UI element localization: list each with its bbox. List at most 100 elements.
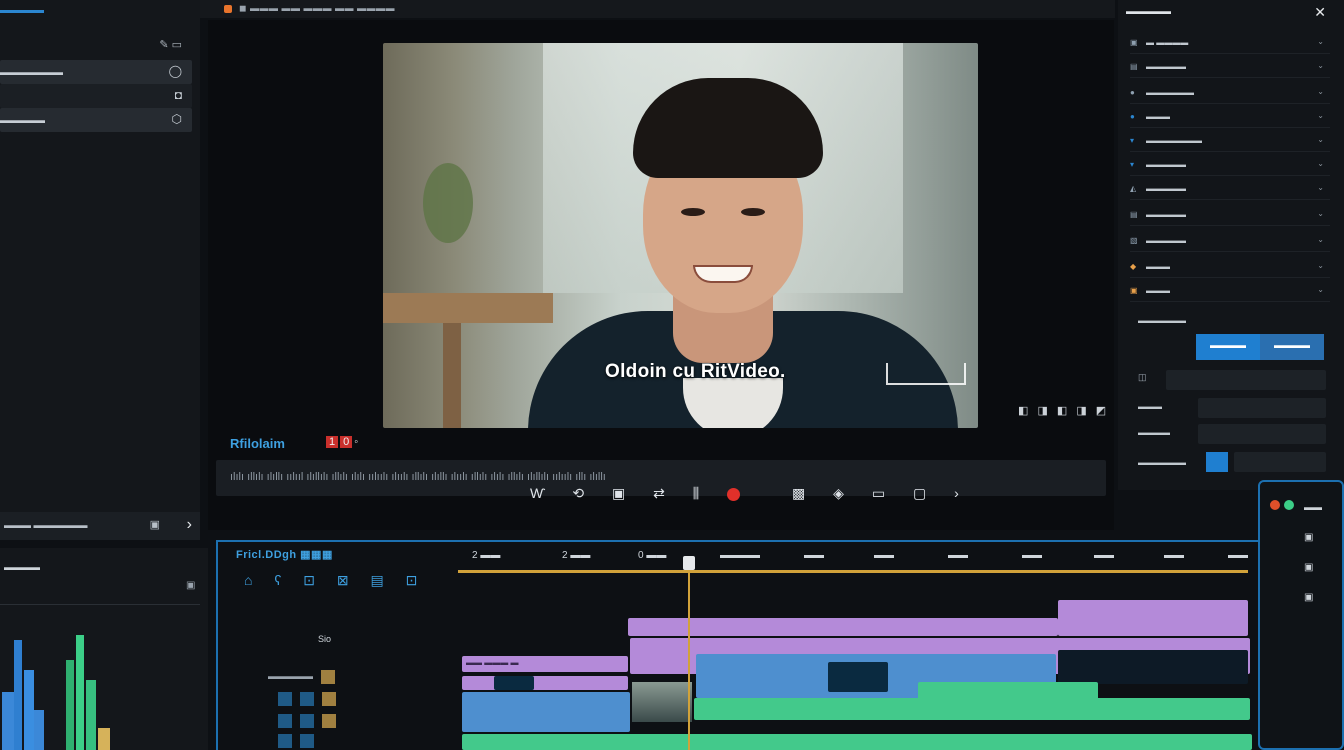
project-panel: ✎ ▭ ▬▬▬▬▬▬▬ ◯ ◘ ▬▬▬▬▬ ⬡ ▬▬▬ ▬▬▬▬▬▬ ▣ › [0,0,200,540]
meter-icon[interactable]: ▣ [1304,592,1313,603]
project-title: ◼ ▬▬▬ ▬▬ ▬▬▬ ▬▬ ▬▬▬▬ [239,3,395,13]
mute-icon[interactable] [278,734,292,748]
chevron-down-icon: ⌄ [1317,111,1324,120]
value-field[interactable] [1198,398,1326,418]
sync-icon[interactable] [300,692,314,706]
effect-row[interactable]: ▾ ▬▬▬▬▬ ⌄ [1130,156,1330,176]
histogram-bar [86,680,96,750]
chevron-down-icon: ⌄ [1317,135,1324,144]
effect-label: ▬▬▬▬▬ [1146,62,1186,71]
mode-button-b[interactable]: ▬▬▬▬ [1260,334,1324,360]
chevron-right-icon[interactable]: › [187,516,192,534]
solo-icon[interactable] [300,734,314,748]
playhead[interactable] [683,556,695,750]
lock-icon[interactable] [322,692,336,706]
ruler-label: ▬▬▬▬ [720,550,760,561]
chevron-down-icon: ⌄ [1317,235,1324,244]
video-clip[interactable]: ▬▬ ▬▬▬ ▬ [462,656,628,672]
project-item[interactable]: ▬▬▬▬▬▬▬ ◯ [0,60,192,84]
value-field[interactable] [1166,370,1326,390]
meter-icon[interactable]: ▣ [1304,562,1313,573]
project-tools[interactable]: ✎ ▭ [159,38,182,51]
captions-icon[interactable]: ▤ [371,572,384,588]
project-item[interactable]: ▬▬▬▬▬ ⬡ [0,108,192,132]
background-table [383,293,553,323]
more-icon[interactable]: › [954,485,959,501]
lock-icon[interactable] [322,714,336,728]
chevron-down-icon: ⌄ [1317,261,1324,270]
color-picker-icon[interactable] [1284,500,1294,510]
footer-label: ▬▬▬ ▬▬▬▬▬▬ [4,520,88,530]
clip-label: ▬▬ ▬▬▬ ▬ [466,658,519,667]
home-icon[interactable]: ⌂ [244,572,252,588]
timeline-tools: ⌂ ʕ ⊡ ⊠ ▤ ⊡ [244,572,435,589]
effect-row[interactable]: ◭ ▬▬▬▬▬ ⌄ [1130,180,1330,200]
value-field[interactable] [1234,452,1326,472]
video-clip[interactable] [628,618,1058,636]
histogram-bar [24,670,34,750]
effect-row[interactable]: ● ▬▬▬ ⌄ [1130,108,1330,128]
value-field[interactable] [1198,424,1326,444]
chevron-down-icon: ⌄ [1317,285,1324,294]
ruler-label: 2 ▬▬ [472,550,501,561]
color-picker-icon[interactable] [1270,500,1280,510]
video-clip[interactable] [462,692,630,732]
track-header [238,734,458,750]
monitor-controls[interactable]: ◧ ◨ ◧ ◨ ◩ [1018,404,1109,417]
effect-row[interactable]: ▣ ▬ ▬▬▬▬ ⌄ [1130,34,1330,54]
safe-margins-icon[interactable]: ▣ [612,485,625,501]
waveform-icon[interactable]: Ⱳ [530,485,545,501]
meter-icon[interactable]: ▣ [1304,532,1313,543]
audio-clip[interactable] [694,698,1250,720]
clip-thumbnail[interactable] [632,682,692,722]
close-icon[interactable]: ✕ [1314,4,1326,21]
link-icon[interactable]: ⊡ [303,572,315,588]
effect-row[interactable]: ◆ ▬▬▬ ⌄ [1130,258,1330,278]
solo-icon[interactable] [300,714,314,728]
marker-icon[interactable]: ⊠ [337,572,349,588]
audio-clip[interactable] [462,734,1252,750]
mode-buttons: ▬▬▬▬ ▬▬▬▬ [1196,334,1324,360]
magnet-icon[interactable]: ʕ [274,572,281,588]
loop-icon[interactable]: ⟲ [572,485,584,501]
settings-icon[interactable]: ▣ [186,580,195,591]
effect-row[interactable]: ▧ ▬▬▬▬▬ ⌄ [1130,232,1330,252]
effect-row[interactable]: ▤ ▬▬▬▬▬ ⌄ [1130,206,1330,226]
swap-icon[interactable]: ⇄ [653,485,665,501]
settings-icon[interactable]: ▢ [913,485,926,501]
record-button[interactable] [727,487,741,501]
effect-icon: ▣ [1130,286,1138,295]
video-clip[interactable] [1058,600,1248,636]
effect-row[interactable]: ▣ ▬▬▬ ⌄ [1130,282,1330,302]
effect-row[interactable]: ▾ ▬▬▬▬▬▬▬ ⌄ [1130,132,1330,152]
effect-label: ▬▬▬ [1146,286,1170,295]
color-wheel-icon[interactable]: ◈ [833,485,844,501]
clip-segment [1058,650,1248,684]
toggle-button[interactable] [1206,452,1228,472]
audio-clip[interactable] [918,682,1098,700]
bin-icon[interactable]: ▣ [150,518,160,531]
project-item[interactable]: ◘ [0,84,192,108]
effect-row[interactable]: ▤ ▬▬▬▬▬ ⌄ [1130,58,1330,78]
mute-icon[interactable] [278,714,292,728]
split-icon[interactable]: ⫼ [693,485,699,501]
effect-row[interactable]: ● ▬▬▬▬▬▬ ⌄ [1130,84,1330,104]
eye-icon[interactable] [278,692,292,706]
lock-icon[interactable] [321,670,335,684]
work-area-bar[interactable] [458,570,1248,573]
video-clip[interactable] [462,676,628,690]
settings-icon[interactable]: ⊡ [406,572,418,588]
stop-icon[interactable]: ▩ [792,485,805,501]
track-label: ▬▬▬▬▬ [268,671,313,682]
field-label: ▬▬▬▬ [1138,428,1170,437]
mode-button-a[interactable]: ▬▬▬▬ [1196,334,1260,360]
video-preview[interactable]: Oldoin cu RitVideo. [383,43,978,428]
export-frame-icon[interactable]: ▭ [872,485,885,501]
time-ruler[interactable]: 2 ▬▬ 2 ▬▬ 0 ▬▬ ▬▬▬▬ ▬▬ ▬▬ ▬▬ ▬▬ ▬▬ ▬▬ ▬▬ [458,550,1258,570]
effect-label: ▬▬▬▬▬ [1146,236,1186,245]
effect-label: ▬▬▬▬▬▬▬ [1146,136,1202,145]
effect-icon: ▣ [1130,38,1138,47]
audio-meters-panel: ▬▬ ▣ ▣ ▣ [1258,480,1344,750]
effect-label: ▬▬▬ [1146,112,1170,121]
panel-title: ▬▬▬▬▬ [1126,6,1171,16]
